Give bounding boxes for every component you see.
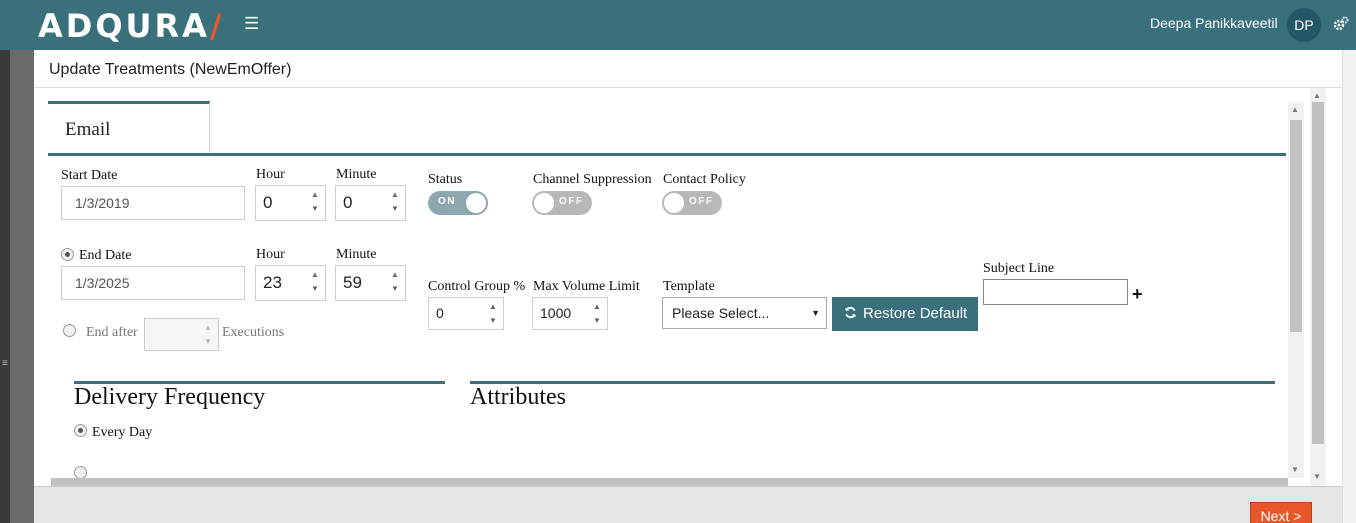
- scroll-down-arrow-icon[interactable]: ▼: [1313, 472, 1321, 481]
- end-minute-value: 59: [343, 273, 362, 292]
- stepper-arrows-icon[interactable]: ▲ ▼: [487, 301, 499, 329]
- contact-policy-toggle[interactable]: OFF: [662, 191, 722, 215]
- stepper-arrows-icon[interactable]: ▲ ▼: [389, 269, 401, 297]
- refresh-icon: [844, 306, 857, 319]
- template-select[interactable]: Please Select... ▼: [662, 297, 827, 329]
- start-hour-value: 0: [263, 193, 273, 212]
- end-minute-stepper[interactable]: 59 ▲ ▼: [335, 265, 406, 301]
- plus-icon[interactable]: +: [1132, 284, 1143, 305]
- user-name[interactable]: Deepa Panikkaveetil: [1150, 15, 1278, 31]
- toggle-knob: [664, 193, 684, 213]
- max-volume-label: Max Volume Limit: [533, 279, 640, 294]
- attributes-divider: [470, 381, 1275, 384]
- modal-footer: Next >: [34, 486, 1342, 523]
- caret-down-icon: ▼: [811, 308, 820, 318]
- scroll-up-arrow-icon[interactable]: ▲: [1291, 105, 1299, 114]
- drag-handle-icon[interactable]: ≡: [2, 358, 8, 369]
- toggle-knob: [534, 193, 554, 213]
- tab-underline: [48, 153, 1286, 156]
- start-hour-stepper[interactable]: 0 ▲ ▼: [255, 185, 326, 221]
- start-minute-label: Minute: [336, 167, 377, 182]
- scrollbar-thumb[interactable]: [1312, 102, 1324, 444]
- control-group-label: Control Group %: [428, 279, 526, 294]
- restore-default-button[interactable]: Restore Default: [832, 297, 978, 331]
- horizontal-scrollbar[interactable]: [51, 478, 1288, 486]
- adqura-logo[interactable]: ADQURA/: [38, 7, 225, 45]
- inner-vertical-scrollbar[interactable]: ▲ ▼: [1288, 102, 1304, 478]
- stepper-arrows-icon: ▲ ▼: [204, 323, 212, 346]
- left-edge: ≡: [0, 50, 10, 523]
- tab-email[interactable]: Email: [48, 101, 210, 153]
- modal-body: Email Start Date 1/3/2019 Hour 0 ▲ ▼ Minut…: [48, 88, 1342, 486]
- status-toggle[interactable]: ON: [428, 191, 488, 215]
- stepper-arrows-icon[interactable]: ▲ ▼: [309, 189, 321, 217]
- next-button[interactable]: Next >: [1250, 502, 1312, 523]
- scroll-down-arrow-icon[interactable]: ▼: [1291, 465, 1299, 474]
- every-day-radio[interactable]: [74, 424, 87, 437]
- start-date-input[interactable]: 1/3/2019: [61, 186, 245, 220]
- page-scrollbar[interactable]: [1342, 50, 1356, 523]
- subject-line-input[interactable]: [983, 279, 1128, 305]
- end-hour-value: 23: [263, 273, 282, 292]
- update-treatments-modal: Update Treatments (NewEmOffer) Email Sta…: [34, 50, 1342, 523]
- max-volume-stepper[interactable]: 1000 ▲ ▼: [532, 297, 608, 330]
- attributes-title: Attributes: [470, 384, 566, 410]
- modal-title: Update Treatments (NewEmOffer): [49, 61, 292, 78]
- start-minute-stepper[interactable]: 0 ▲ ▼: [335, 185, 406, 221]
- control-group-value: 0: [436, 305, 444, 321]
- stepper-arrows-icon[interactable]: ▲ ▼: [591, 301, 603, 329]
- end-date-input[interactable]: 1/3/2025: [61, 266, 245, 300]
- template-label: Template: [663, 279, 715, 294]
- every-day-label: Every Day: [92, 425, 153, 440]
- end-minute-label: Minute: [336, 247, 377, 262]
- status-toggle-text: ON: [438, 196, 456, 207]
- restore-default-label: Restore Default: [863, 305, 968, 322]
- start-date-label: Start Date: [61, 168, 118, 183]
- contact-policy-toggle-text: OFF: [689, 196, 714, 207]
- end-hour-label: Hour: [256, 247, 285, 262]
- start-minute-value: 0: [343, 193, 353, 212]
- logo-text: ADQURA: [38, 7, 210, 45]
- max-volume-value: 1000: [540, 305, 572, 321]
- scrollbar-thumb[interactable]: [1290, 120, 1302, 332]
- executions-label: Executions: [222, 325, 285, 340]
- modal-vertical-scrollbar[interactable]: ▲ ▼: [1310, 88, 1326, 486]
- top-navbar: ADQURA/ ☰ Deepa Panikkaveetil DP: [0, 0, 1356, 50]
- hamburger-icon[interactable]: ☰: [244, 15, 259, 32]
- end-date-label: End Date: [79, 248, 132, 263]
- stepper-arrows-icon[interactable]: ▲ ▼: [389, 189, 401, 217]
- status-label: Status: [428, 172, 463, 187]
- subject-line-label: Subject Line: [983, 261, 1055, 276]
- end-hour-stepper[interactable]: 23 ▲ ▼: [255, 265, 326, 301]
- end-after-label: End after: [86, 325, 138, 340]
- channel-suppression-toggle-text: OFF: [559, 196, 584, 207]
- end-after-stepper[interactable]: ▲ ▼: [144, 318, 219, 351]
- start-hour-label: Hour: [256, 167, 285, 182]
- contact-policy-label: Contact Policy: [663, 172, 746, 187]
- tab-label: Email: [65, 119, 111, 140]
- end-after-radio[interactable]: [63, 324, 76, 337]
- channel-suppression-label: Channel Suppression: [533, 172, 652, 187]
- scroll-up-arrow-icon[interactable]: ▲: [1313, 91, 1321, 100]
- avatar[interactable]: DP: [1287, 8, 1321, 42]
- background-pane: [10, 50, 34, 523]
- stepper-arrows-icon[interactable]: ▲ ▼: [309, 269, 321, 297]
- channel-suppression-toggle[interactable]: OFF: [532, 191, 592, 215]
- delivery-frequency-title: Delivery Frequency: [74, 384, 266, 410]
- control-group-stepper[interactable]: 0 ▲ ▼: [428, 297, 504, 330]
- modal-header: Update Treatments (NewEmOffer): [34, 50, 1342, 88]
- end-date-radio[interactable]: [61, 248, 74, 261]
- template-selected-value: Please Select...: [672, 305, 770, 321]
- logo-slash: /: [209, 7, 225, 45]
- toggle-knob: [466, 193, 486, 213]
- gear-icon[interactable]: [1333, 16, 1349, 32]
